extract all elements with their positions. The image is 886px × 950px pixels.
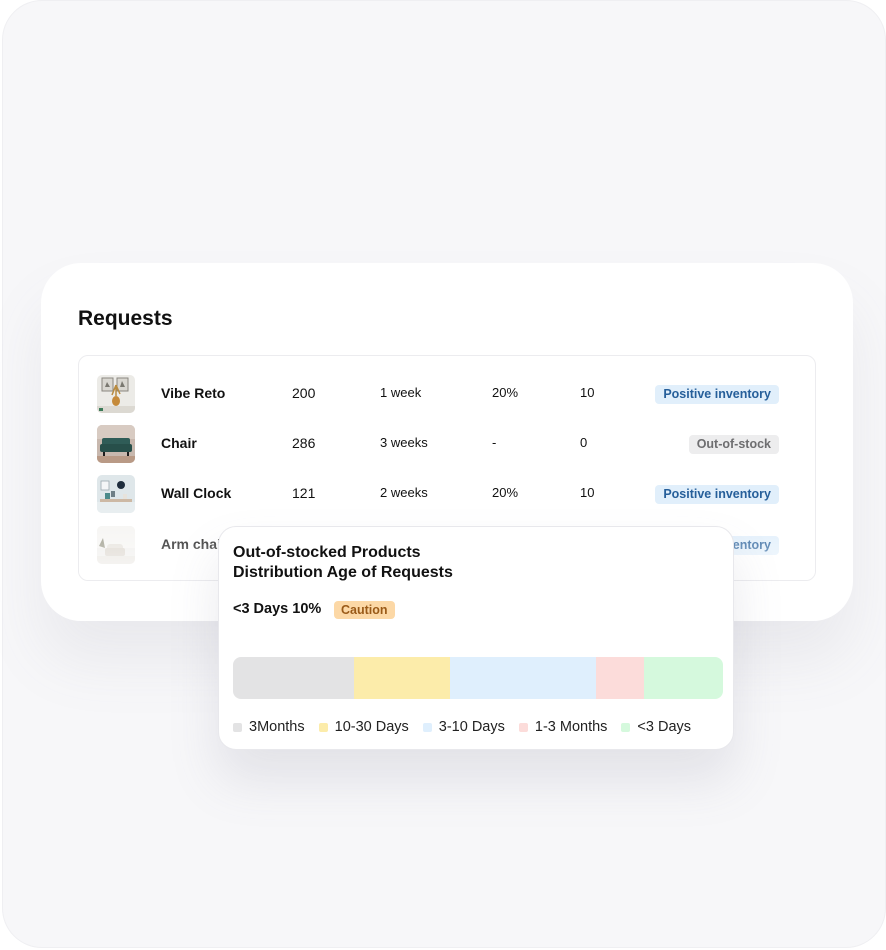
request-percent: 20% bbox=[492, 385, 519, 400]
request-age: 3 weeks bbox=[380, 435, 428, 450]
legend-swatch bbox=[318, 722, 328, 732]
product-quantity: 121 bbox=[292, 485, 316, 501]
popup-title-line-1: Out-of-stocked Products bbox=[233, 544, 421, 561]
legend-item: 10-30 Days bbox=[318, 719, 409, 735]
distribution-bar bbox=[233, 657, 723, 699]
product-name: Arm chai bbox=[161, 536, 221, 552]
status-badge: Positive inventory bbox=[655, 385, 779, 404]
legend-swatch bbox=[518, 722, 528, 732]
popup-title: Out-of-stocked Products Distribution Age… bbox=[233, 543, 653, 583]
green-sofa-photo-icon bbox=[97, 425, 135, 463]
product-thumbnail bbox=[97, 425, 135, 463]
product-quantity: 286 bbox=[292, 435, 316, 451]
request-age: 1 week bbox=[380, 385, 422, 400]
request-percent: 20% bbox=[492, 485, 519, 500]
legend-item: 3-10 Days bbox=[422, 719, 505, 735]
product-thumbnail bbox=[97, 375, 135, 413]
popup-title-line-2: Distribution Age of Requests bbox=[233, 564, 453, 581]
table-row[interactable]: Vibe Reto 200 1 week 20% 10 Positive inv… bbox=[79, 369, 815, 419]
status-badge: Out-of-stock bbox=[688, 435, 779, 454]
product-name: Wall Clock bbox=[161, 485, 232, 501]
product-name: Chair bbox=[161, 435, 197, 451]
legend-swatch bbox=[422, 722, 432, 732]
arm-chair-photo-icon bbox=[97, 526, 135, 564]
page-title: Requests bbox=[78, 307, 173, 330]
bar-segment-lt-3-days bbox=[644, 657, 723, 699]
table-row[interactable]: Chair 286 3 weeks - 0 Out-of-stock bbox=[79, 419, 815, 469]
wall-art-vase-photo-icon bbox=[97, 375, 135, 413]
bar-segment-1-3-months bbox=[596, 657, 645, 699]
bar-segment-3months bbox=[233, 657, 355, 699]
legend-item: 1-3 Months bbox=[518, 719, 608, 735]
wall-clock-room-photo-icon bbox=[97, 475, 135, 513]
bar-segment-3-10-days bbox=[450, 657, 597, 699]
product-thumbnail bbox=[97, 475, 135, 513]
status-badge: Positive inventory bbox=[655, 485, 779, 504]
request-count: 10 bbox=[580, 385, 595, 400]
request-count: 0 bbox=[580, 435, 588, 450]
legend-label: 1-3 Months bbox=[534, 719, 608, 735]
legend-label: 3Months bbox=[249, 719, 305, 735]
legend-label: 10-30 Days bbox=[334, 719, 409, 735]
request-age: 2 weeks bbox=[380, 485, 428, 500]
request-percent: - bbox=[492, 435, 497, 450]
caution-badge: Caution bbox=[334, 601, 395, 619]
popup-stat: <3 Days 10% bbox=[233, 601, 322, 617]
distribution-legend: 3Months 10-30 Days 3-10 Days 1-3 Months … bbox=[233, 719, 733, 735]
background-panel: Requests Vibe Reto 200 1 week 20% 10 Pos… bbox=[2, 0, 886, 948]
product-name: Vibe Reto bbox=[161, 385, 226, 401]
legend-swatch bbox=[621, 722, 631, 732]
legend-label: 3-10 Days bbox=[438, 719, 505, 735]
legend-item: 3Months bbox=[233, 719, 305, 735]
distribution-popup: Out-of-stocked Products Distribution Age… bbox=[218, 526, 734, 750]
legend-label: <3 Days bbox=[637, 719, 692, 735]
table-row[interactable]: Wall Clock 121 2 weeks 20% 10 Positive i… bbox=[79, 469, 815, 519]
legend-item: <3 Days bbox=[621, 719, 691, 735]
product-thumbnail bbox=[97, 526, 135, 564]
legend-swatch bbox=[233, 722, 242, 732]
request-count: 10 bbox=[580, 485, 595, 500]
product-quantity: 200 bbox=[292, 385, 316, 401]
bar-segment-10-30-days bbox=[354, 657, 451, 699]
